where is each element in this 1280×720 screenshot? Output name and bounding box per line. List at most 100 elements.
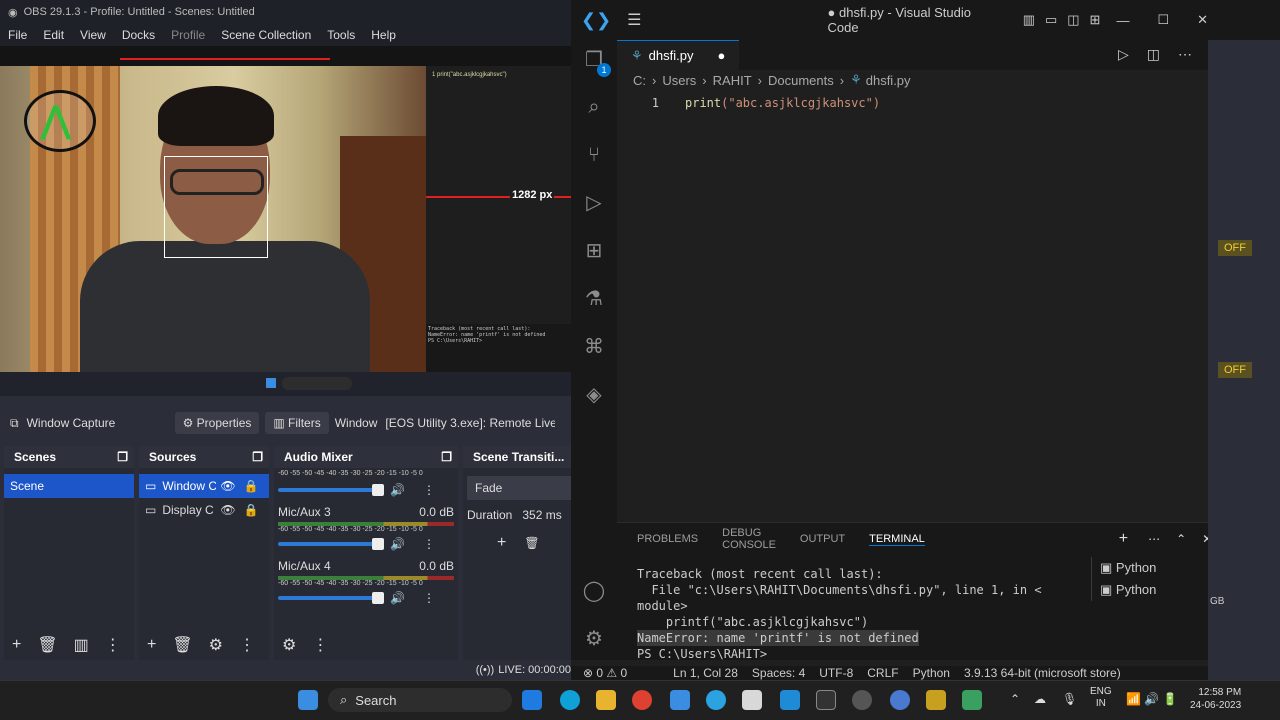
- cursor-position[interactable]: Ln 1, Col 28: [673, 666, 738, 680]
- more-icon[interactable]: ⋮: [312, 635, 328, 655]
- menu-tools[interactable]: Tools: [327, 28, 355, 42]
- language-indicator[interactable]: ENG IN: [1090, 686, 1112, 710]
- settings-gear-icon[interactable]: ⚙: [579, 624, 609, 654]
- cloud-icon[interactable]: ☁: [1034, 692, 1046, 706]
- maximize-button[interactable]: ☐: [1157, 12, 1169, 28]
- scene-item[interactable]: Scene: [4, 474, 134, 498]
- line-ending[interactable]: CRLF: [867, 666, 898, 680]
- delete-icon[interactable]: 🗑: [172, 635, 192, 655]
- app-icon[interactable]: [890, 690, 910, 710]
- layers-icon[interactable]: ◈: [579, 380, 609, 410]
- source-item-display[interactable]: ▭ Display C 👁 🔒: [139, 498, 269, 522]
- tab-dhsfi[interactable]: ⚘ dhsfi.py ●: [617, 40, 739, 70]
- breadcrumb-item[interactable]: RAHIT: [713, 73, 752, 88]
- obs-preview[interactable]: 1 print("abc.asjklcgjkahsvc") Traceback …: [0, 46, 575, 396]
- indent-setting[interactable]: Spaces: 4: [752, 666, 805, 680]
- breadcrumb-item[interactable]: dhsfi.py: [866, 73, 911, 88]
- wifi-volume-battery-icons[interactable]: 📶 🔊 🔋: [1126, 692, 1178, 706]
- unsaved-dot-icon[interactable]: ●: [717, 48, 725, 63]
- volume-slider[interactable]: [278, 592, 384, 604]
- start-icon[interactable]: [298, 690, 318, 710]
- more-icon[interactable]: ⋮: [423, 591, 435, 605]
- new-terminal-icon[interactable]: +: [1119, 530, 1128, 548]
- transition-select[interactable]: Fade: [467, 476, 571, 500]
- menu-docks[interactable]: Docks: [122, 28, 155, 42]
- delete-icon[interactable]: 🗑: [37, 635, 57, 655]
- breadcrumb-item[interactable]: C:: [633, 73, 646, 88]
- hamburger-menu-icon[interactable]: ☰: [627, 10, 641, 30]
- tab-problems[interactable]: PROBLEMS: [637, 533, 698, 545]
- add-transition-icon[interactable]: +: [497, 534, 506, 552]
- duration-input[interactable]: 352 ms: [522, 508, 561, 522]
- lock-icon[interactable]: 🔒: [244, 503, 259, 517]
- advanced-audio-icon[interactable]: ⚙: [282, 635, 296, 655]
- run-debug-icon[interactable]: ▷: [579, 188, 609, 218]
- delete-transition-icon[interactable]: 🗑: [524, 536, 539, 550]
- layout-icons[interactable]: ▥▭◫⊞: [1023, 12, 1111, 28]
- minimize-button[interactable]: —: [1116, 13, 1129, 28]
- app-icon[interactable]: [742, 690, 762, 710]
- more-icon[interactable]: ⋮: [239, 635, 255, 655]
- menu-file[interactable]: File: [8, 28, 27, 42]
- more-icon[interactable]: ⋮: [105, 635, 121, 655]
- filters-button[interactable]: ▥ Filters: [265, 412, 329, 434]
- off-button[interactable]: OFF: [1218, 240, 1252, 256]
- speaker-icon[interactable]: 🔊: [390, 537, 405, 551]
- undock-icon[interactable]: ❐: [117, 450, 128, 464]
- properties-button[interactable]: ⚙ Properties: [174, 412, 260, 434]
- speaker-icon[interactable]: 🔊: [390, 483, 405, 497]
- obs-taskbar-icon[interactable]: [852, 690, 872, 710]
- more-icon[interactable]: ⋯: [1148, 532, 1160, 546]
- file-explorer-icon[interactable]: [596, 690, 616, 710]
- more-icon[interactable]: ⋮: [423, 537, 435, 551]
- maximize-panel-icon[interactable]: ⌃: [1176, 532, 1186, 546]
- run-icon[interactable]: ▷: [1118, 46, 1129, 63]
- terminal-item[interactable]: ▣ Python: [1100, 579, 1156, 601]
- vscode-taskbar-icon[interactable]: [780, 690, 800, 710]
- menu-edit[interactable]: Edit: [43, 28, 64, 42]
- language-mode[interactable]: Python: [913, 666, 950, 680]
- python-interpreter[interactable]: 3.9.13 64-bit (microsoft store): [964, 666, 1121, 680]
- app-icon[interactable]: [962, 690, 982, 710]
- terminal-item[interactable]: ▣ Python: [1100, 557, 1156, 579]
- menu-scene-collection[interactable]: Scene Collection: [221, 28, 311, 42]
- tab-debug-console[interactable]: DEBUG CONSOLE: [722, 527, 776, 551]
- telegram-icon[interactable]: [706, 690, 726, 710]
- mic-icon[interactable]: 🎙: [1062, 692, 1077, 706]
- more-actions-icon[interactable]: ⋯: [1178, 46, 1192, 63]
- mail-icon[interactable]: [670, 690, 690, 710]
- extensions-icon[interactable]: ⊞: [579, 236, 609, 266]
- add-icon[interactable]: +: [12, 636, 21, 654]
- gear-icon[interactable]: ⚙: [209, 635, 223, 655]
- source-control-icon[interactable]: ⑂: [579, 140, 609, 170]
- volume-slider[interactable]: [278, 538, 384, 550]
- clock[interactable]: 12:58 PM 24-06-2023: [1190, 686, 1241, 712]
- undock-icon[interactable]: ❐: [252, 450, 263, 464]
- close-button[interactable]: ✕: [1197, 12, 1208, 28]
- encoding[interactable]: UTF-8: [819, 666, 853, 680]
- task-view-icon[interactable]: [522, 690, 542, 710]
- app-icon[interactable]: [926, 690, 946, 710]
- problems-count[interactable]: ⊗ 0 ⚠ 0: [583, 666, 627, 680]
- search-icon[interactable]: ⌕: [579, 92, 609, 122]
- explorer-icon[interactable]: ❐ 1: [579, 45, 611, 77]
- breadcrumb-item[interactable]: Users: [662, 73, 696, 88]
- accounts-icon[interactable]: ◯: [579, 576, 609, 606]
- breadcrumb-item[interactable]: Documents: [768, 73, 834, 88]
- visibility-eye-icon[interactable]: 👁: [220, 479, 235, 493]
- testing-icon[interactable]: ⚗: [579, 284, 609, 314]
- more-icon[interactable]: ⋮: [423, 483, 435, 497]
- edge-icon[interactable]: [560, 690, 580, 710]
- chrome-icon[interactable]: [632, 690, 652, 710]
- speaker-icon[interactable]: 🔊: [390, 591, 405, 605]
- tab-output[interactable]: OUTPUT: [800, 533, 845, 545]
- undock-icon[interactable]: ❐: [441, 450, 452, 464]
- menu-help[interactable]: Help: [371, 28, 396, 42]
- menu-profile[interactable]: Profile: [171, 28, 205, 42]
- off-button[interactable]: OFF: [1218, 362, 1252, 378]
- visibility-eye-icon[interactable]: 👁: [220, 503, 235, 517]
- split-editor-icon[interactable]: ◫: [1147, 46, 1160, 63]
- taskbar-search[interactable]: ⌕ Search: [328, 688, 512, 712]
- volume-slider[interactable]: [278, 484, 384, 496]
- add-icon[interactable]: +: [147, 636, 156, 654]
